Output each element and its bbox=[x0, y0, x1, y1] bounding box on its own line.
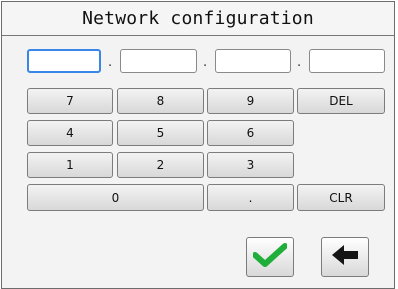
ip-octet-2-input[interactable] bbox=[120, 49, 197, 73]
confirm-button[interactable] bbox=[246, 237, 294, 277]
delete-button[interactable]: DEL bbox=[297, 88, 385, 114]
key-9-button[interactable]: 9 bbox=[207, 88, 294, 114]
ip-octet-3-input[interactable] bbox=[215, 49, 291, 73]
ip-octet-4-input[interactable] bbox=[309, 49, 385, 73]
back-button[interactable] bbox=[321, 237, 369, 277]
key-1-button[interactable]: 1 bbox=[27, 152, 113, 178]
key-0-button[interactable]: 0 bbox=[27, 184, 204, 211]
clear-button[interactable]: CLR bbox=[297, 184, 385, 211]
key-7-button[interactable]: 7 bbox=[27, 88, 113, 114]
ip-separator-2: . bbox=[203, 55, 208, 70]
key-3-button[interactable]: 3 bbox=[207, 152, 294, 178]
key-2-button[interactable]: 2 bbox=[117, 152, 204, 178]
key-dot-button[interactable]: . bbox=[207, 184, 294, 211]
ip-separator-1: . bbox=[108, 55, 113, 70]
key-8-button[interactable]: 8 bbox=[117, 88, 204, 114]
ip-separator-3: . bbox=[297, 55, 302, 70]
key-4-button[interactable]: 4 bbox=[27, 120, 113, 146]
arrow-left-icon bbox=[330, 243, 360, 271]
window-title: Network configuration bbox=[2, 2, 394, 36]
key-5-button[interactable]: 5 bbox=[117, 120, 204, 146]
key-6-button[interactable]: 6 bbox=[207, 120, 294, 146]
checkmark-icon bbox=[252, 243, 288, 271]
ip-octet-1-input[interactable] bbox=[27, 49, 101, 73]
